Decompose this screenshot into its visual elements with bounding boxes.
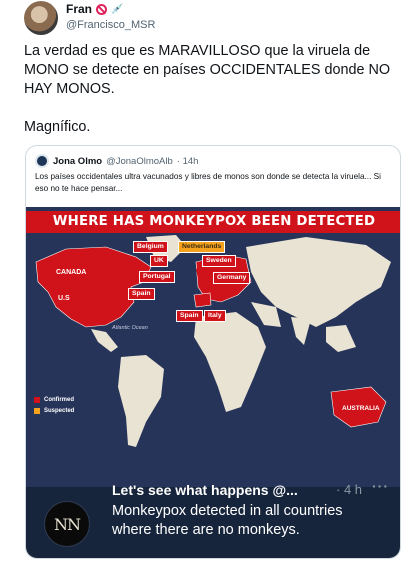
quote-author-name[interactable]: Jona Olmo [53,156,102,167]
central-america-shape [91,329,118,352]
africa-shape [194,312,266,412]
iberia-shape [193,292,212,308]
label-netherlands: Netherlands [178,241,226,253]
quote-time[interactable]: · 14h [177,156,199,167]
label-uk: UK [150,255,168,267]
author-handle[interactable]: @Francisco_MSR [66,19,155,31]
label-germany: Germany [213,272,251,284]
label-portugal: Spain [128,288,155,300]
quoted-tweet[interactable]: Jona Olmo @JonaOlmoAlb · 14h Los países … [25,145,401,559]
quote-header: Jona Olmo @JonaOlmoAlb · 14h [35,154,198,168]
banner-name[interactable]: Let's see what happens @... [112,482,298,498]
label-france: Portugal [139,271,175,283]
label-belgium: Belgium [133,241,168,253]
legend-suspected: Suspected [34,408,74,414]
map-title: WHERE HAS MONKEYPOX BEEN DETECTED [26,211,400,233]
author-name[interactable]: Fran [66,2,92,16]
banner-text: Monkeypox detected in all countries wher… [112,503,343,538]
quote-text: Los países occidentales ultra vacunados … [35,172,381,193]
label-atlantic-ocean: Atlantic Ocean [112,325,148,331]
south-america-shape [118,355,164,447]
label-sweden: Sweden [202,255,236,267]
quote-handle[interactable]: @JonaOlmoAlb [106,156,173,167]
author-avatar[interactable] [24,1,58,35]
legend-suspected-label: Suspected [44,408,75,414]
author-block: Fran 💉 @Francisco_MSR [66,2,155,31]
suspected-swatch [34,408,40,414]
india-shape [291,317,311,345]
north-america-shape [35,246,152,328]
label-italy: Italy [204,310,226,322]
legend-confirmed: Confirmed [34,397,74,403]
legend-confirmed-label: Confirmed [44,397,74,403]
prohibited-icon [96,3,108,15]
nn-logo: NN [44,501,90,547]
quote-avatar[interactable] [35,154,49,168]
label-canada: CANADA [56,269,87,276]
label-australia: AUSTRALIA [342,405,380,412]
more-options-icon[interactable]: ··· [372,478,389,494]
label-spain: Spain [176,310,203,322]
banner-time[interactable]: · 4 h [336,482,362,497]
se-asia-shape [326,325,356,352]
confirmed-swatch [34,397,40,403]
label-us: U.S [58,295,70,302]
map-image[interactable]: WHERE HAS MONKEYPOX BEEN DETECTED Belgiu… [26,207,400,487]
map-legend: Confirmed Suspected [34,397,74,419]
tweet-text: La verdad es que es MARAVILLOSO que la v… [24,43,391,135]
syringe-icon: 💉 [111,3,124,15]
nn-logo-text: NN [54,514,81,534]
